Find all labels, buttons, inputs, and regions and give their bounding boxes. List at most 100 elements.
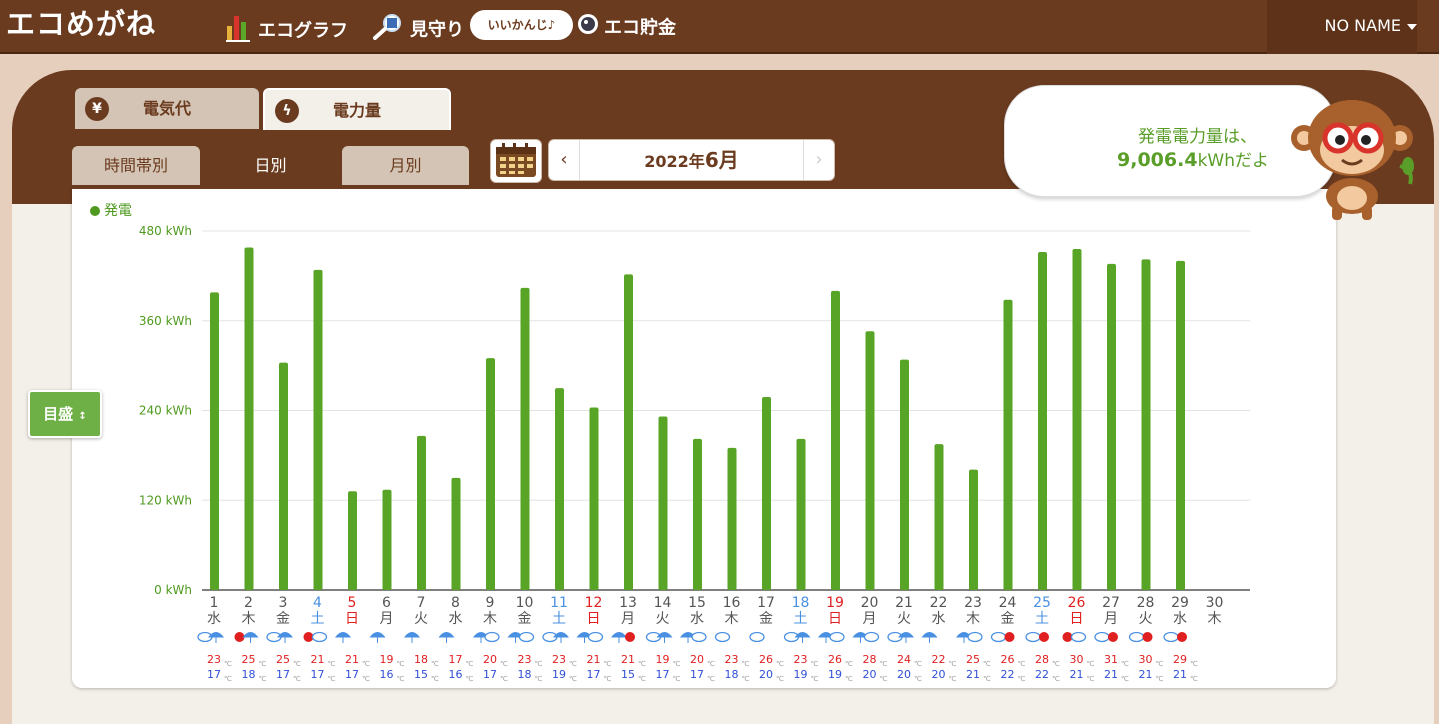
x-tick-weekday: 木 — [1208, 611, 1222, 627]
nav-mimamori[interactable]: 見守り — [372, 12, 464, 41]
weather-icon-rain — [438, 632, 455, 643]
cloud-icon — [990, 631, 1007, 643]
max-temp-label: 18 — [414, 653, 428, 666]
calendar-button[interactable] — [490, 139, 542, 183]
bar-day-17 — [762, 397, 771, 590]
temp-unit-label: ℃ — [638, 660, 646, 668]
weather-icon-rain-cloud — [852, 631, 880, 643]
temp-unit-label: ℃ — [1052, 660, 1060, 668]
min-temp-label: 20 — [759, 668, 773, 681]
subtab-hourly[interactable]: 時間帯別 — [72, 146, 200, 185]
x-tick-weekday: 金 — [276, 611, 290, 627]
x-tick-weekday: 土 — [311, 611, 325, 627]
app-logo[interactable]: エコめがね — [6, 6, 156, 42]
y-tick-label: 360 kWh — [139, 314, 192, 328]
temp-unit-label: ℃ — [569, 675, 577, 683]
date-navigator: ‹ 2022年6月 › — [548, 139, 835, 181]
prev-month-button[interactable]: ‹ — [549, 140, 580, 180]
bubble-line2: 9,006.4kWhだよ — [1117, 146, 1269, 171]
max-temp-label: 21 — [621, 653, 635, 666]
min-temp-label: 20 — [932, 668, 946, 681]
min-temp-label: 17 — [276, 668, 290, 681]
min-temp-label: 15 — [621, 668, 635, 681]
subtab-daily[interactable]: 日別 — [207, 146, 334, 185]
x-tick-day: 26 — [1068, 595, 1086, 611]
x-tick-weekday: 木 — [242, 611, 256, 627]
x-tick-day: 2 — [244, 595, 253, 611]
weather-icon-rain-cloud — [679, 631, 707, 643]
tab-electricity-cost[interactable]: ¥ 電気代 — [75, 88, 259, 129]
temp-unit-label: ℃ — [638, 675, 646, 683]
bar-day-27 — [1107, 263, 1116, 590]
bubble-value: 9,006.4 — [1117, 149, 1198, 171]
temp-unit-label: ℃ — [914, 660, 922, 668]
max-temp-label: 21 — [311, 653, 325, 666]
cloud-icon — [749, 631, 765, 643]
next-month-button[interactable]: › — [803, 140, 834, 180]
x-tick-weekday: 土 — [552, 611, 566, 627]
bar-day-19 — [831, 290, 840, 590]
x-tick-day: 18 — [792, 595, 810, 611]
scale-toggle-button[interactable]: 目盛 ↕ — [28, 390, 102, 438]
x-tick-weekday: 日 — [1070, 611, 1084, 627]
temp-unit-label: ℃ — [1018, 660, 1026, 668]
min-temp-label: 18 — [725, 668, 739, 681]
rain-icon — [403, 632, 421, 643]
temp-unit-label: ℃ — [983, 675, 991, 683]
temp-unit-label: ℃ — [914, 675, 922, 683]
max-temp-label: 19 — [380, 653, 394, 666]
weather-icon-rain — [369, 632, 386, 643]
weather-icon-cloud — [749, 631, 765, 643]
weather-icon-cloud-rain — [542, 631, 570, 643]
sort-arrows-icon: ↕ — [78, 411, 87, 422]
x-tick-weekday: 土 — [1035, 611, 1049, 627]
max-temp-label: 21 — [587, 653, 601, 666]
y-tick-label: 480 kWh — [139, 224, 192, 238]
max-temp-label: 23 — [207, 653, 221, 666]
user-menu[interactable]: NO NAME — [1325, 12, 1417, 40]
temp-unit-label: ℃ — [466, 660, 474, 668]
rain-icon — [921, 632, 938, 643]
nav-ecograph[interactable]: エコグラフ — [226, 12, 348, 42]
temp-unit-label: ℃ — [1087, 660, 1095, 668]
min-temp-label: 21 — [1173, 668, 1187, 681]
min-temp-label: 22 — [1001, 668, 1015, 681]
min-temp-label: 17 — [483, 668, 497, 681]
cloud-icon — [484, 631, 500, 643]
x-tick-day: 17 — [757, 595, 775, 611]
max-temp-label: 28 — [863, 653, 877, 666]
tab-electricity-amount[interactable]: ϟ 電力量 — [263, 88, 451, 130]
bar-day-9 — [486, 358, 495, 590]
min-temp-label: 21 — [1104, 668, 1118, 681]
subtab-monthly[interactable]: 月別 — [342, 146, 469, 185]
x-tick-weekday: 日 — [828, 611, 842, 627]
max-temp-label: 23 — [794, 653, 808, 666]
temp-unit-label: ℃ — [466, 675, 474, 683]
nav-eco-savings[interactable]: エコ貯金 — [576, 12, 676, 40]
x-tick-day: 9 — [486, 595, 495, 611]
min-temp-label: 22 — [1035, 668, 1049, 681]
min-temp-label: 17 — [207, 668, 221, 681]
bar-day-10 — [520, 287, 530, 590]
status-badge: いいかんじ♪ — [470, 10, 573, 40]
monkey-mascot-icon — [1291, 100, 1414, 220]
temp-unit-label: ℃ — [293, 675, 301, 683]
x-tick-day: 8 — [451, 595, 460, 611]
min-temp-label: 20 — [897, 668, 911, 681]
x-tick-day: 22 — [930, 595, 948, 611]
x-tick-day: 14 — [654, 595, 672, 611]
coin-icon — [576, 12, 600, 45]
max-temp-label: 17 — [449, 653, 463, 666]
cloud-icon — [1070, 631, 1087, 643]
nav-eco-savings-label: エコ貯金 — [604, 17, 676, 39]
current-month: 6月 — [704, 148, 739, 172]
bar-day-16 — [727, 447, 737, 590]
nav-ecograph-label: エコグラフ — [258, 20, 348, 42]
max-temp-label: 29 — [1173, 653, 1187, 666]
bar-day-15 — [693, 438, 702, 590]
max-temp-label: 25 — [242, 653, 256, 666]
max-temp-label: 23 — [518, 653, 532, 666]
bar-day-20 — [865, 331, 875, 590]
x-tick-day: 24 — [999, 595, 1017, 611]
temp-unit-label: ℃ — [604, 660, 612, 668]
